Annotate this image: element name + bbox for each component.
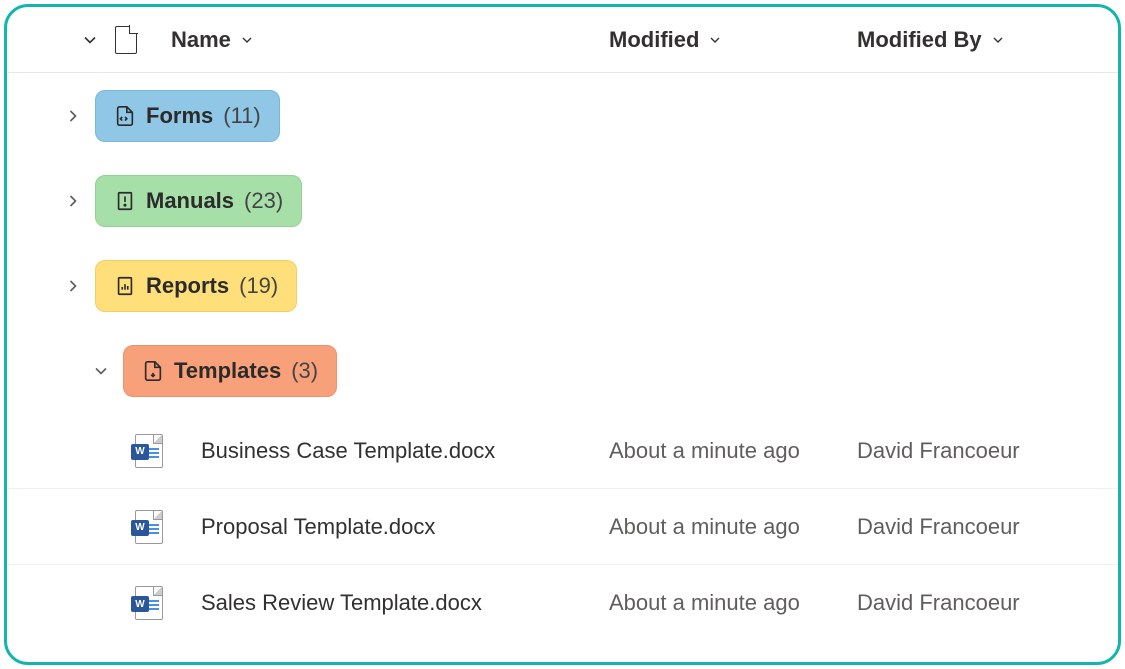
template-icon xyxy=(142,360,164,382)
column-header-modified-label: Modified xyxy=(609,27,699,53)
folder-row: Templates (3) xyxy=(7,328,1118,413)
folder-label: Reports xyxy=(146,273,229,299)
file-modified: About a minute ago xyxy=(609,514,857,540)
folder-count: (3) xyxy=(291,358,318,384)
folder-row: Forms (11) xyxy=(7,73,1118,158)
expand-toggle[interactable] xyxy=(51,106,95,126)
folder-label: Templates xyxy=(174,358,281,384)
folder-count: (23) xyxy=(244,188,283,214)
chevron-down-icon xyxy=(239,32,255,48)
column-header-modifiedby-label: Modified By xyxy=(857,27,982,53)
file-author: David Francoeur xyxy=(857,438,1118,464)
file-type-icon-cell: W xyxy=(135,586,201,620)
column-header-row: Name Modified Modified By xyxy=(7,7,1118,73)
chevron-right-icon xyxy=(63,106,83,126)
form-icon xyxy=(114,105,136,127)
file-modified: About a minute ago xyxy=(609,590,857,616)
expand-toggle[interactable] xyxy=(51,276,95,296)
folder-row: Reports (19) xyxy=(7,243,1118,328)
folder-count: (11) xyxy=(223,103,261,129)
report-icon xyxy=(114,275,136,297)
header-filetype-column xyxy=(111,26,171,54)
file-row[interactable]: W Sales Review Template.docx About a min… xyxy=(7,565,1118,641)
word-document-icon: W xyxy=(135,434,163,468)
folder-count: (19) xyxy=(239,273,278,299)
file-row[interactable]: W Business Case Template.docx About a mi… xyxy=(7,413,1118,489)
file-icon xyxy=(115,26,137,54)
chevron-right-icon xyxy=(63,276,83,296)
file-name: Sales Review Template.docx xyxy=(201,590,609,616)
file-name: Business Case Template.docx xyxy=(201,438,609,464)
chevron-down-icon xyxy=(80,30,100,50)
file-row[interactable]: W Proposal Template.docx About a minute … xyxy=(7,489,1118,565)
file-author: David Francoeur xyxy=(857,514,1118,540)
column-header-modified[interactable]: Modified xyxy=(609,27,857,53)
file-type-icon-cell: W xyxy=(135,434,201,468)
expand-toggle[interactable] xyxy=(79,361,123,381)
column-header-name[interactable]: Name xyxy=(171,27,609,53)
folder-pill[interactable]: Reports (19) xyxy=(95,260,297,312)
chevron-down-icon xyxy=(707,32,723,48)
word-document-icon: W xyxy=(135,510,163,544)
file-modified: About a minute ago xyxy=(609,438,857,464)
chevron-down-icon xyxy=(990,32,1006,48)
folder-label: Forms xyxy=(146,103,213,129)
chevron-down-icon xyxy=(91,361,111,381)
chevron-right-icon xyxy=(63,191,83,211)
folder-row: Manuals (23) xyxy=(7,158,1118,243)
column-header-modifiedby[interactable]: Modified By xyxy=(857,27,1118,53)
file-type-icon-cell: W xyxy=(135,510,201,544)
manual-icon xyxy=(114,190,136,212)
file-name: Proposal Template.docx xyxy=(201,514,609,540)
header-expand-all[interactable] xyxy=(69,30,111,50)
folder-pill[interactable]: Manuals (23) xyxy=(95,175,302,227)
file-author: David Francoeur xyxy=(857,590,1118,616)
expand-toggle[interactable] xyxy=(51,191,95,211)
folder-label: Manuals xyxy=(146,188,234,214)
folder-pill[interactable]: Templates (3) xyxy=(123,345,337,397)
folder-pill[interactable]: Forms (11) xyxy=(95,90,280,142)
word-document-icon: W xyxy=(135,586,163,620)
column-header-name-label: Name xyxy=(171,27,231,53)
